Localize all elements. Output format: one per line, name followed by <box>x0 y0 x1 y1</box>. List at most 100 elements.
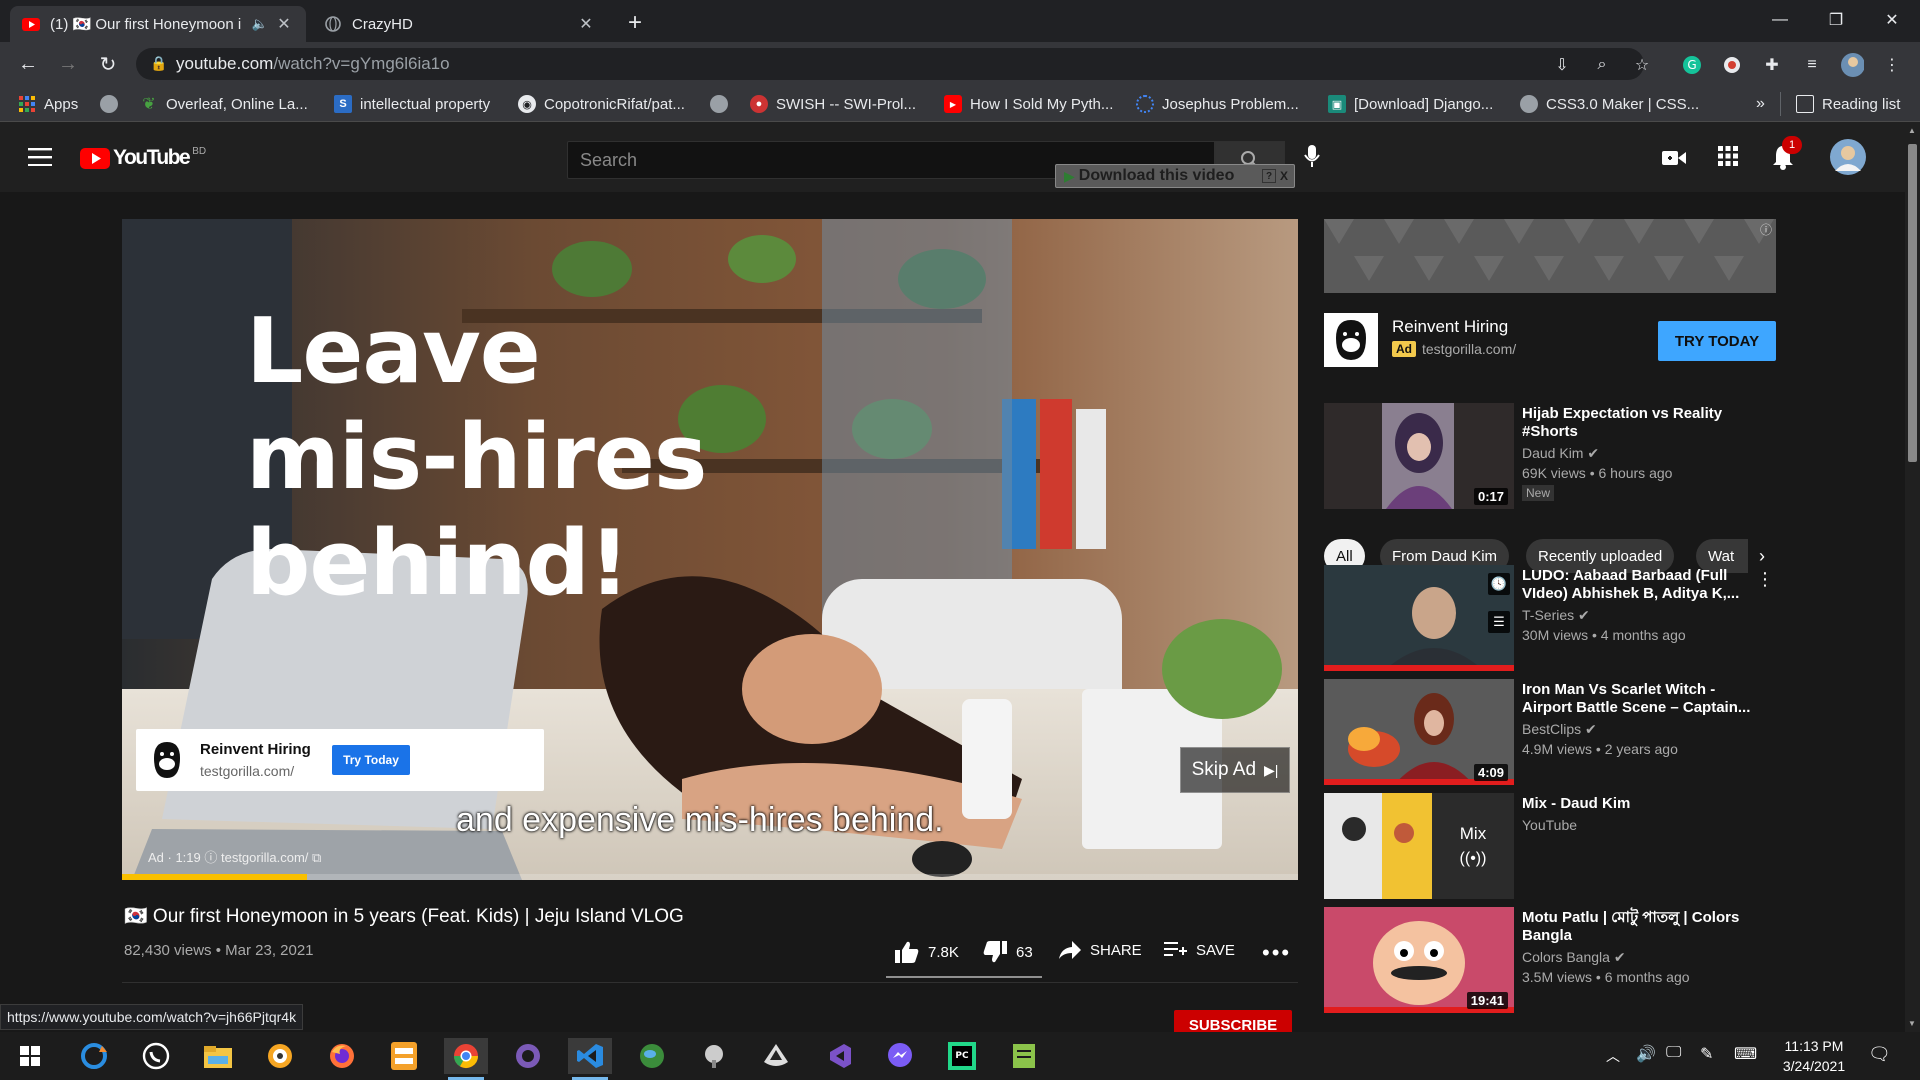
tab-youtube[interactable]: (1) 🇰🇷 Our first Honeymoon i 🔈 ✕ <box>10 6 306 42</box>
globe-app-icon[interactable] <box>630 1038 674 1074</box>
messenger-icon[interactable] <box>878 1038 922 1074</box>
back-arrow-icon[interactable]: ← <box>14 50 42 78</box>
bookmark-star-icon[interactable]: ☆ <box>1630 53 1654 77</box>
restore-button[interactable]: ❐ <box>1808 0 1864 40</box>
tray-expand-chevron-icon[interactable]: ︿ <box>1606 1046 1620 1066</box>
save-button[interactable]: SAVE <box>1164 940 1235 960</box>
extensions-puzzle-icon[interactable]: ✚ <box>1760 53 1784 77</box>
bookmark-josephus[interactable]: Josephus Problem... <box>1136 94 1299 114</box>
system-clock[interactable]: 11:13 PM 3/24/2021 <box>1766 1036 1862 1076</box>
media-control-icon[interactable]: ≡ <box>1800 53 1824 77</box>
whatsapp-icon[interactable] <box>134 1038 178 1074</box>
account-avatar[interactable] <box>1830 139 1866 180</box>
subscribe-button[interactable]: SUBSCRIBE <box>1174 1010 1292 1032</box>
new-tab-button[interactable]: + <box>620 8 650 38</box>
ad-info-icon[interactable]: ⓘ <box>1760 221 1772 238</box>
mix-thumbnail[interactable]: Mix ((•)) <box>1324 793 1514 899</box>
download-close-button[interactable]: X <box>1276 169 1292 183</box>
windows-start-icon[interactable] <box>8 1038 52 1074</box>
satellite-app-icon[interactable] <box>692 1038 736 1074</box>
bookmark-swish[interactable]: ● SWISH -- SWI-Prol... <box>750 94 916 114</box>
video-thumbnail[interactable]: 19:41 <box>1324 907 1514 1013</box>
close-tab-icon[interactable]: ✕ <box>576 14 596 34</box>
address-bar[interactable]: 🔒 youtube.com/watch?v=gYmg6l6ia1o <box>136 48 1644 80</box>
sidebar-try-today-button[interactable]: TRY TODAY <box>1658 321 1776 361</box>
close-tab-icon[interactable]: ✕ <box>274 14 294 34</box>
security-app-icon[interactable] <box>258 1038 302 1074</box>
profile-avatar-icon[interactable] <box>1840 53 1864 77</box>
ad-card-url[interactable]: testgorilla.com/ <box>200 763 294 779</box>
reload-icon[interactable]: ↻ <box>94 50 122 78</box>
bookmark-apps[interactable]: Apps <box>18 94 78 114</box>
sync-app-icon[interactable] <box>72 1038 116 1074</box>
video-player[interactable]: Leave mis-hires behind! Reinvent Hiring … <box>122 219 1298 880</box>
skip-ad-button[interactable]: Skip Ad ▶| <box>1180 747 1290 793</box>
ad-overlay-card[interactable]: Reinvent Hiring testgorilla.com/ Try Tod… <box>136 729 544 791</box>
like-button[interactable]: 7.8K <box>894 940 959 964</box>
sidebar-ad-banner[interactable]: ⓘ <box>1324 219 1776 293</box>
more-options-kebab-icon[interactable]: ⋮ <box>1756 569 1774 590</box>
ad-card-try-today-button[interactable]: Try Today <box>332 745 410 775</box>
download-help-button[interactable]: ? <box>1262 169 1276 183</box>
zoom-icon[interactable]: ⌕ <box>1590 53 1614 77</box>
sidebar-ad-title[interactable]: Reinvent Hiring <box>1392 317 1508 337</box>
scrollbar-thumb[interactable] <box>1908 144 1917 462</box>
bookmark-github[interactable]: ◉ CopotronicRifat/pat... <box>518 94 685 114</box>
voice-search-icon[interactable] <box>1304 144 1320 173</box>
download-video-bar[interactable]: ▶ Download this video ? X <box>1055 164 1295 188</box>
bookmark-overleaf[interactable]: ❦ Overleaf, Online La... <box>140 94 307 114</box>
bookmark-globe-2[interactable] <box>710 94 736 114</box>
grammarly-icon[interactable]: G <box>1680 53 1704 77</box>
network-icon[interactable]: 🖵 <box>1666 1044 1681 1062</box>
bookmark-django[interactable]: ▣ [Download] Django... <box>1328 94 1493 114</box>
bookmark-css3-maker[interactable]: CSS3.0 Maker | CSS... <box>1520 94 1699 114</box>
more-actions-icon[interactable]: ••• <box>1262 940 1291 966</box>
recommendation-item[interactable]: 4:09 Iron Man Vs Scarlet Witch - Airport… <box>1324 679 1776 785</box>
scroll-up-arrow-icon[interactable]: ▲ <box>1908 126 1916 135</box>
tab-crazyhd[interactable]: CrazyHD ✕ <box>312 6 608 42</box>
add-to-queue-icon[interactable]: ☰ <box>1488 611 1510 633</box>
share-button[interactable]: SHARE <box>1058 940 1142 960</box>
recommendation-item[interactable]: 19:41 Motu Patlu | মোটু পাতলু | Colors B… <box>1324 907 1776 1013</box>
install-icon[interactable]: ⇩ <box>1550 53 1574 77</box>
bookmarks-overflow-button[interactable]: » <box>1756 94 1765 114</box>
extension-icon[interactable] <box>1720 53 1744 77</box>
create-video-icon[interactable] <box>1662 150 1686 171</box>
minimize-button[interactable]: — <box>1752 0 1808 40</box>
github-desktop-icon[interactable] <box>506 1038 550 1074</box>
lock-icon[interactable]: 🔒 <box>150 55 167 72</box>
vscode-icon[interactable] <box>568 1038 612 1080</box>
audio-playing-icon[interactable]: 🔈 <box>252 16 268 32</box>
scroll-down-arrow-icon[interactable]: ▼ <box>1908 1019 1916 1028</box>
visual-studio-icon[interactable] <box>816 1038 860 1074</box>
close-window-button[interactable]: ✕ <box>1864 0 1920 40</box>
menu-kebab-icon[interactable]: ⋮ <box>1880 53 1904 77</box>
pycharm-icon[interactable]: PC <box>940 1038 984 1074</box>
youtube-logo[interactable]: YouTube BD <box>80 146 206 170</box>
action-center-icon[interactable]: 🗨 <box>1868 1044 1891 1065</box>
reading-list-button[interactable]: Reading list <box>1796 94 1900 114</box>
chrome-icon[interactable] <box>444 1038 488 1080</box>
dislike-button[interactable]: 63 <box>982 940 1033 964</box>
bookmark-youtube-video[interactable]: ▶ How I Sold My Pyth... <box>944 94 1113 114</box>
video-thumbnail[interactable] <box>1324 565 1514 671</box>
volume-icon[interactable]: 🔊 <box>1636 1044 1656 1064</box>
bookmark-globe[interactable] <box>100 94 126 114</box>
video-thumbnail[interactable]: 4:09 <box>1324 679 1514 785</box>
file-explorer-icon[interactable] <box>196 1038 240 1074</box>
hamburger-menu-icon[interactable] <box>28 148 52 171</box>
video-thumbnail[interactable]: 0:17 <box>1324 403 1514 509</box>
recommendation-item[interactable]: Mix ((•)) Mix - Daud Kim YouTube <box>1324 793 1776 899</box>
ad-info-line[interactable]: Ad · 1:19 ⓘ testgorilla.com/ ⧉ <box>148 847 321 866</box>
apps-grid-icon[interactable] <box>1718 146 1738 171</box>
firefox-icon[interactable] <box>320 1038 364 1074</box>
inkscape-icon[interactable] <box>754 1038 798 1074</box>
recommendation-item[interactable]: 🕓 ☰ LUDO: Aabaad Barbaad (Full VIdeo) Ab… <box>1324 565 1776 671</box>
notepad-icon[interactable] <box>1002 1038 1046 1074</box>
gorilla-logo-icon[interactable] <box>1324 313 1378 367</box>
keyboard-icon[interactable]: ⌨ <box>1734 1044 1757 1064</box>
bookmark-intellectual-property[interactable]: Sintellectual property <box>334 94 490 114</box>
winrar-archive-icon[interactable] <box>382 1038 426 1074</box>
recommendation-item[interactable]: 0:17 Hijab Expectation vs Reality #Short… <box>1324 403 1776 509</box>
video-progress-bar[interactable] <box>122 874 1298 880</box>
